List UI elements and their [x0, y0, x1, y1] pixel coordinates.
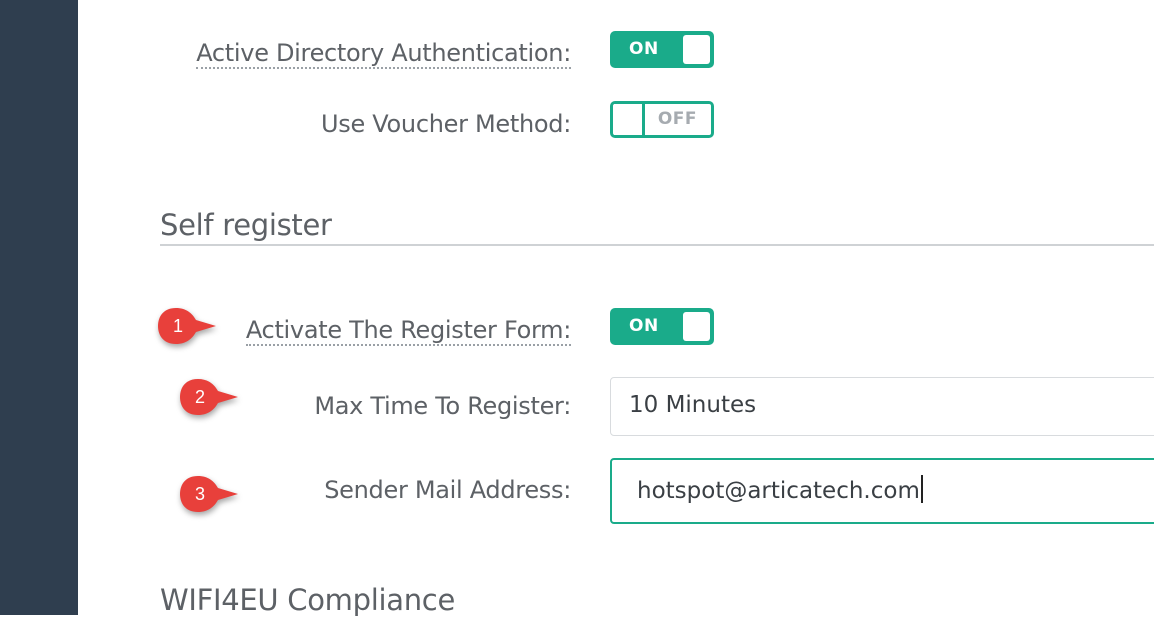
- callout-number: 1: [172, 316, 183, 336]
- text-caret: [920, 475, 923, 503]
- voucher-method-label: Use Voucher Method:: [321, 110, 571, 138]
- toggle-state-text: OFF: [657, 109, 697, 129]
- section-title-wifi4eu: WIFI4EU Compliance: [160, 583, 455, 617]
- max-time-register-value: 10 Minutes: [629, 392, 757, 418]
- sender-mail-value: hotspot@articatech.com: [637, 478, 920, 504]
- active-directory-label: Active Directory Authentication:: [196, 39, 571, 69]
- max-time-register-select[interactable]: 10 Minutes: [610, 377, 1154, 436]
- toggle-knob: [683, 312, 710, 341]
- callout-marker-3: 3: [178, 474, 240, 514]
- activate-register-form-toggle[interactable]: ON: [610, 308, 714, 345]
- toggle-state-text: ON: [629, 39, 659, 59]
- sender-mail-label: Sender Mail Address:: [324, 476, 571, 504]
- toggle-knob: [614, 104, 645, 135]
- voucher-method-toggle[interactable]: OFF: [610, 101, 714, 138]
- sidebar: [0, 0, 78, 615]
- max-time-register-label: Max Time To Register:: [314, 392, 571, 420]
- callout-number: 2: [194, 387, 205, 407]
- activate-register-form-label: Activate The Register Form:: [245, 316, 571, 346]
- section-divider: [160, 244, 1154, 246]
- active-directory-toggle[interactable]: ON: [610, 31, 714, 68]
- toggle-state-text: ON: [629, 316, 659, 336]
- section-title-self-register: Self register: [160, 208, 332, 242]
- sender-mail-input[interactable]: hotspot@articatech.com: [610, 458, 1154, 524]
- toggle-knob: [683, 35, 710, 64]
- callout-number: 3: [194, 484, 205, 504]
- callout-marker-1: 1: [156, 306, 218, 346]
- callout-marker-2: 2: [178, 377, 240, 417]
